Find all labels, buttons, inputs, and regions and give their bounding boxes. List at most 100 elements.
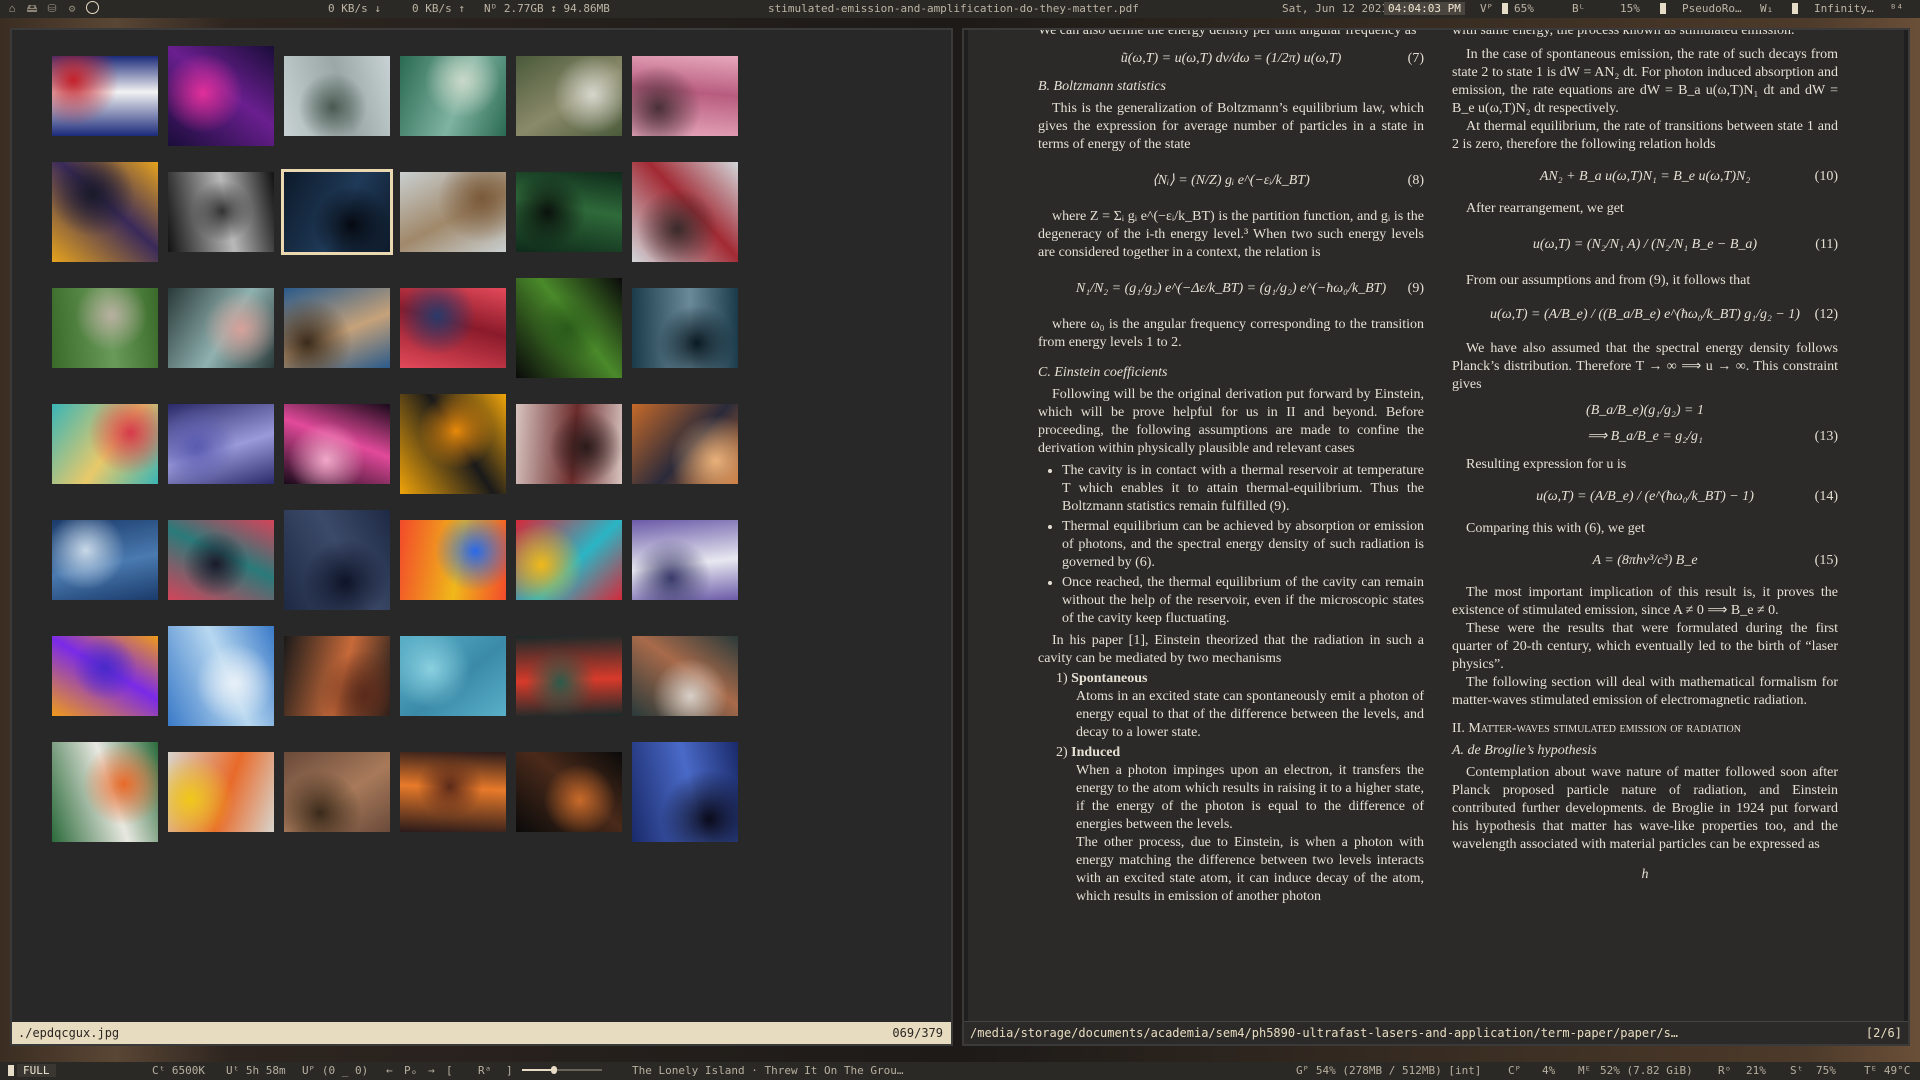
thumbnail-selected[interactable] bbox=[281, 169, 393, 255]
thumbnail[interactable] bbox=[400, 394, 506, 494]
thumbnail[interactable] bbox=[284, 404, 390, 484]
thumbnail[interactable] bbox=[52, 636, 158, 716]
paragraph: This is the generalization of Boltzmann’… bbox=[1038, 101, 1424, 152]
thumbnail[interactable] bbox=[168, 172, 274, 252]
brightness-percent: 15% bbox=[1620, 2, 1640, 15]
equation-7: ũ(ω,T) = u(ω,T) dν/dω = (1/2π) u(ω,T) (7) bbox=[1120, 51, 1424, 66]
memory-label: Mᴱ bbox=[1578, 1064, 1592, 1077]
thumbnail[interactable] bbox=[52, 162, 158, 262]
player-prev-button[interactable]: ← bbox=[386, 1062, 393, 1080]
paragraph: where Z = Σᵢ gᵢ e^(−εᵢ/k_BT) is the part… bbox=[1038, 209, 1424, 260]
paragraph: Contemplation about wave nature of matte… bbox=[1452, 765, 1838, 852]
document-path: /media/storage/documents/academia/sem4/p… bbox=[970, 1026, 1679, 1040]
list-item: Once reached, the thermal equilibrium of… bbox=[1062, 574, 1424, 628]
thumbnail[interactable] bbox=[284, 510, 390, 610]
pdf-viewer-window[interactable]: We can also define the energy density pe… bbox=[962, 28, 1910, 1046]
cpu-percent: 4% bbox=[1542, 1064, 1556, 1077]
thumbnail[interactable] bbox=[400, 636, 506, 716]
uptime: Uᵗ 5h 58m bbox=[226, 1064, 286, 1077]
thumbnail[interactable] bbox=[632, 742, 738, 842]
thumbnail[interactable] bbox=[168, 288, 274, 368]
color-temperature[interactable]: Cᵗ 6500K bbox=[152, 1062, 205, 1080]
mode-bar-icon bbox=[1792, 0, 1801, 18]
mode-indicator: FULL bbox=[8, 1062, 56, 1080]
thumbnail[interactable] bbox=[168, 626, 274, 726]
player-label[interactable]: Pₒ bbox=[404, 1062, 417, 1080]
thumbnail[interactable] bbox=[516, 636, 622, 716]
thumbnail[interactable] bbox=[400, 172, 506, 252]
thumbnail[interactable] bbox=[632, 404, 738, 484]
cpu-temperature: Tᴱ 49°C bbox=[1864, 1064, 1911, 1077]
workspace-2-icon[interactable]: 🖴 bbox=[22, 0, 42, 18]
current-filename: ./epdqcgux.jpg bbox=[18, 1026, 120, 1040]
player-next-button[interactable]: → bbox=[428, 1062, 435, 1080]
thumbnail[interactable] bbox=[52, 404, 158, 484]
paragraph: We can also define the energy density pe… bbox=[1038, 30, 1417, 38]
brightness-label[interactable]: Bᴸ bbox=[1572, 0, 1585, 18]
thumbnail[interactable] bbox=[284, 636, 390, 716]
layout-name[interactable]: PseudoRo… bbox=[1682, 0, 1742, 18]
section-heading: C. Einstein coefficients bbox=[1038, 365, 1168, 380]
now-playing-track[interactable]: The Lonely Island · Threw It On The Grou… bbox=[632, 1062, 904, 1080]
workspace-switcher: ⌂ 🖴 ⛁ ⚙ bbox=[2, 0, 102, 18]
volume-percent: 65% bbox=[1514, 2, 1534, 15]
volume-label[interactable]: Vᴾ bbox=[1480, 0, 1493, 18]
section-heading: II. Matter-waves stimulated emission of … bbox=[1452, 721, 1741, 736]
repeat-bracket-open: [ bbox=[446, 1064, 453, 1077]
repeat-toggle[interactable]: Rᵃ bbox=[478, 1062, 491, 1080]
thumbnail[interactable] bbox=[516, 172, 622, 252]
paragraph: Comparing this with (6), we get bbox=[1466, 521, 1645, 536]
workspace-5-icon[interactable] bbox=[82, 0, 102, 18]
thumbnail[interactable] bbox=[516, 278, 622, 378]
pdf-left-column: We can also define the energy density pe… bbox=[1038, 30, 1424, 906]
thumbnail[interactable] bbox=[516, 404, 622, 484]
paragraph: The most important implication of this r… bbox=[1452, 585, 1838, 618]
equation-15: A = (8πhν³/c³) B_e (15) bbox=[1592, 553, 1838, 568]
thumbnail[interactable] bbox=[400, 752, 506, 832]
thumbnail[interactable] bbox=[632, 288, 738, 368]
paragraph: We have also assumed that the spectral e… bbox=[1452, 341, 1838, 392]
thumbnail[interactable] bbox=[516, 752, 622, 832]
thumbnail[interactable] bbox=[168, 752, 274, 832]
thumbnail[interactable] bbox=[632, 520, 738, 600]
updates[interactable]: Uᴾ (0 _ 0) bbox=[302, 1062, 368, 1080]
paragraph: where ω₀ is the angular frequency corres… bbox=[1038, 317, 1424, 350]
thumbnail[interactable] bbox=[284, 56, 390, 136]
thumbnail[interactable] bbox=[284, 752, 390, 832]
thumbnail[interactable] bbox=[516, 520, 622, 600]
thumbnail-grid[interactable] bbox=[12, 30, 951, 1028]
pdf-status-bar: /media/storage/documents/academia/sem4/p… bbox=[964, 1021, 1908, 1044]
paragraph: In his paper [1], Einstein theorized tha… bbox=[1038, 633, 1424, 666]
paragraph: In the case of spontaneous emission, the… bbox=[1452, 47, 1838, 116]
cpu-label: Cᴾ bbox=[1508, 1064, 1522, 1077]
thumbnail[interactable] bbox=[400, 56, 506, 136]
track-progress-slider[interactable] bbox=[522, 1062, 602, 1080]
thumbnail[interactable] bbox=[168, 520, 274, 600]
layout-key: W₁ bbox=[1760, 2, 1774, 15]
subsection-heading: A. de Broglie’s hypothesis bbox=[1452, 743, 1597, 758]
paragraph: with same energy, the process known as s… bbox=[1452, 30, 1795, 38]
pdf-page[interactable]: We can also define the energy density pe… bbox=[968, 30, 1904, 1024]
thumbnail[interactable] bbox=[284, 288, 390, 368]
workspace-3-icon[interactable]: ⛁ bbox=[42, 0, 62, 18]
thumbnail[interactable] bbox=[400, 520, 506, 600]
paragraph: The following section will deal with mat… bbox=[1452, 675, 1838, 708]
thumbnail[interactable] bbox=[516, 56, 622, 136]
image-browser-window[interactable]: ./epdqcgux.jpg 069/379 bbox=[10, 28, 953, 1046]
equation-12: u(ω,T) = (A/B_e) / ((B_a/B_e) e^(ħω₀/k_B… bbox=[1490, 307, 1838, 322]
thumbnail[interactable] bbox=[168, 404, 274, 484]
workspace-1-icon[interactable]: ⌂ bbox=[2, 0, 22, 18]
net-up: 0 KB/s ↑ bbox=[412, 2, 465, 15]
thumbnail[interactable] bbox=[400, 288, 506, 368]
thumbnail[interactable] bbox=[168, 46, 274, 146]
thumbnail[interactable] bbox=[632, 636, 738, 716]
thumbnail[interactable] bbox=[632, 162, 738, 262]
workspace-4-icon[interactable]: ⚙ bbox=[62, 0, 82, 18]
image-browser-status-bar: ./epdqcgux.jpg 069/379 bbox=[12, 1022, 951, 1044]
thumbnail[interactable] bbox=[632, 56, 738, 136]
thumbnail[interactable] bbox=[52, 288, 158, 368]
thumbnail[interactable] bbox=[52, 56, 158, 136]
thumbnail[interactable] bbox=[52, 742, 158, 842]
memory-usage: 52% (7.82 GiB) bbox=[1600, 1064, 1693, 1077]
thumbnail[interactable] bbox=[52, 520, 158, 600]
